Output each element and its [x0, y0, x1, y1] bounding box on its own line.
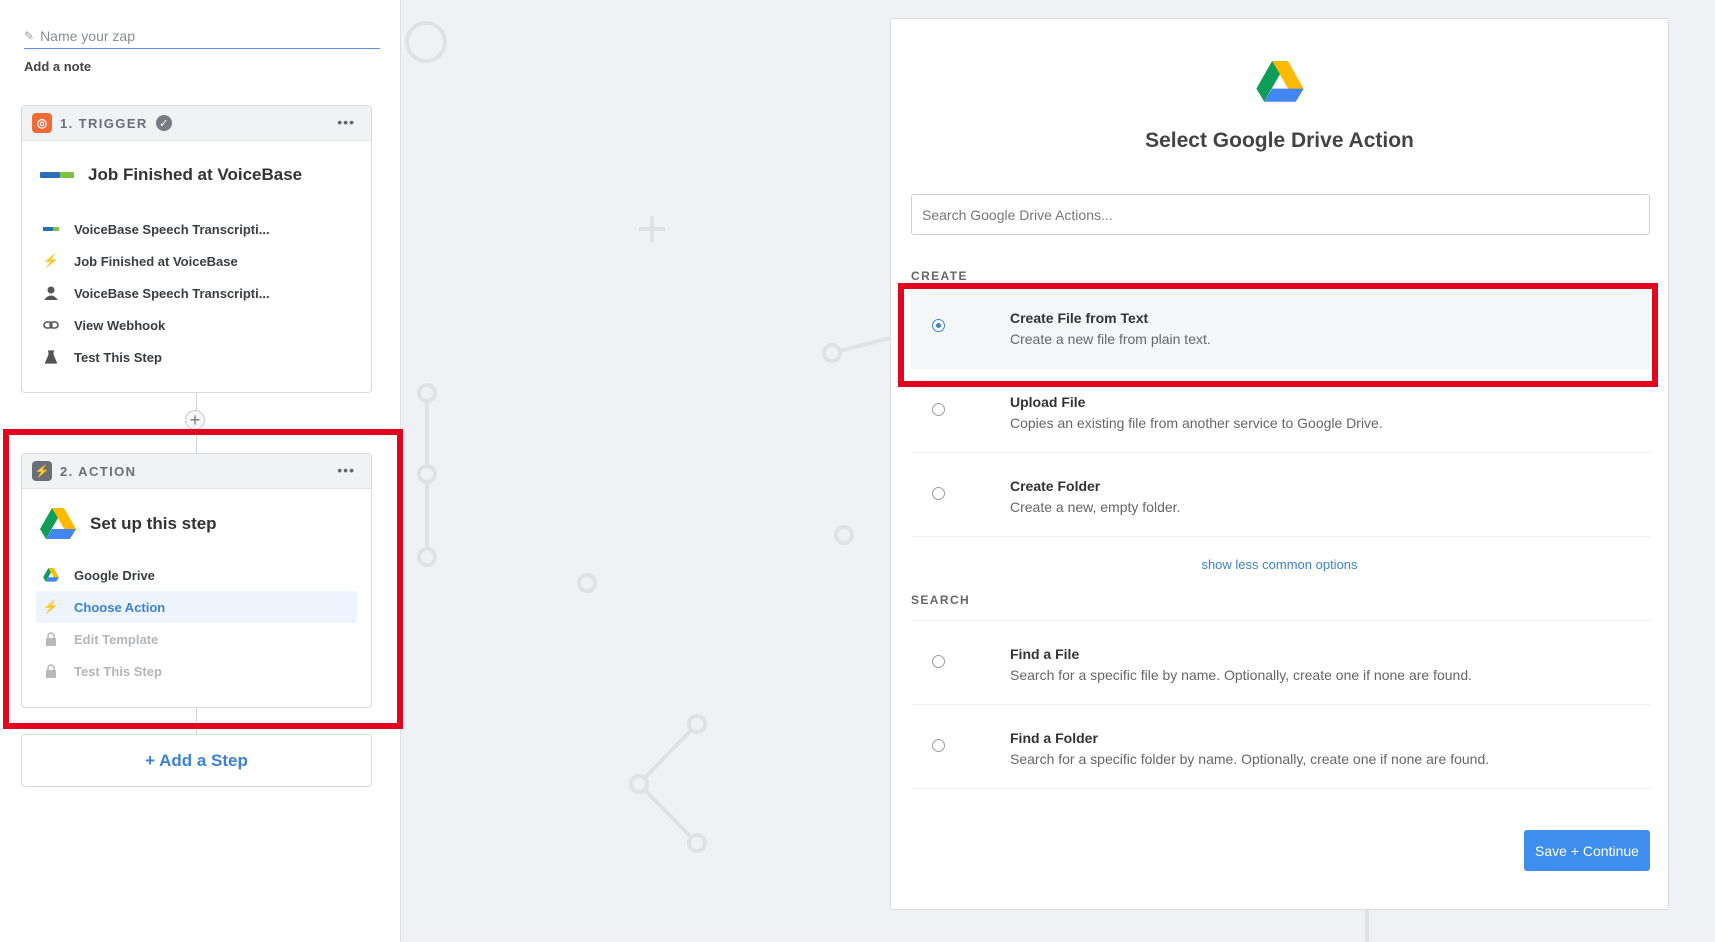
- select-action-panel: Select Google Drive Action CREATE Create…: [890, 18, 1669, 910]
- trigger-item-account[interactable]: VoiceBase Speech Transcripti...: [36, 277, 357, 309]
- show-less-options-link[interactable]: show less common options: [891, 557, 1668, 572]
- action-item-app[interactable]: Google Drive: [36, 559, 357, 591]
- option-upload-file[interactable]: Upload File Copies an existing file from…: [911, 369, 1650, 453]
- radio-button-selected[interactable]: [932, 319, 945, 332]
- trigger-item-label: VoiceBase Speech Transcripti...: [74, 285, 270, 301]
- trigger-item-test[interactable]: Test This Step: [36, 341, 357, 373]
- radio-button[interactable]: [932, 403, 945, 416]
- trigger-more-menu-icon[interactable]: •••: [337, 114, 355, 130]
- step-connector: [196, 708, 197, 734]
- action-item-label: Edit Template: [74, 631, 159, 647]
- lock-icon: [42, 664, 60, 678]
- action-item-test: Test This Step: [36, 655, 357, 687]
- action-step-card[interactable]: ⚡ 2. ACTION ••• Set up this step Google …: [21, 453, 372, 708]
- bolt-icon: ⚡: [42, 253, 60, 268]
- radio-button[interactable]: [932, 655, 945, 668]
- option-description: Copies an existing file from another ser…: [1010, 415, 1383, 431]
- bolt-icon: ⚡: [42, 599, 60, 614]
- action-step-list: Google Drive ⚡ Choose Action Edit Templa…: [22, 559, 371, 687]
- option-create-file-from-text[interactable]: Create File from Text Create a new file …: [911, 285, 1650, 369]
- action-item-label: Test This Step: [74, 663, 162, 679]
- option-find-a-folder[interactable]: Find a Folder Search for a specific fold…: [911, 705, 1650, 789]
- option-title: Create Folder: [1010, 478, 1101, 494]
- action-more-menu-icon[interactable]: •••: [337, 462, 355, 478]
- trigger-item-webhook[interactable]: View Webhook: [36, 309, 357, 341]
- option-title: Create File from Text: [1010, 310, 1149, 326]
- radio-button[interactable]: [932, 487, 945, 500]
- voicebase-logo-icon: [40, 172, 74, 178]
- panel-title: Select Google Drive Action: [1145, 129, 1414, 152]
- add-note-link[interactable]: Add a note: [24, 59, 91, 74]
- google-drive-icon: [42, 568, 60, 582]
- zap-editor-sidebar: ✎ Name your zap Add a note ◎ 1. TRIGGER …: [0, 0, 403, 942]
- trigger-step-label: 1. TRIGGER: [60, 115, 148, 131]
- option-description: Create a new, empty folder.: [1010, 499, 1181, 515]
- save-continue-button[interactable]: Save + Continue: [1524, 830, 1650, 871]
- option-find-a-file[interactable]: Find a File Search for a specific file b…: [911, 621, 1650, 705]
- trigger-card-header: ◎ 1. TRIGGER ✓ •••: [22, 106, 371, 141]
- action-title-row: Set up this step: [22, 489, 371, 559]
- option-description: Search for a specific folder by name. Op…: [1010, 751, 1490, 767]
- link-icon: [42, 320, 60, 330]
- action-bolt-badge-icon: ⚡: [32, 461, 52, 481]
- action-item-label: Google Drive: [74, 567, 155, 583]
- trigger-step-list: VoiceBase Speech Transcripti... ⚡ Job Fi…: [22, 209, 371, 373]
- add-step-button[interactable]: + Add a Step: [21, 734, 372, 787]
- check-icon: ✓: [155, 115, 172, 131]
- trigger-step-card[interactable]: ◎ 1. TRIGGER ✓ ••• Job Finished at Voice…: [21, 105, 372, 393]
- trigger-item-event[interactable]: ⚡ Job Finished at VoiceBase: [36, 245, 357, 277]
- google-drive-icon: [40, 508, 76, 539]
- option-create-folder[interactable]: Create Folder Create a new, empty folder…: [911, 453, 1650, 537]
- trigger-item-label: View Webhook: [74, 317, 166, 333]
- trigger-title-row: Job Finished at VoiceBase: [22, 141, 371, 209]
- insert-step-plus-icon[interactable]: +: [185, 410, 205, 430]
- google-drive-icon: [1256, 61, 1304, 102]
- action-item-label: Choose Action: [74, 599, 166, 615]
- action-item-edit-template: Edit Template: [36, 623, 357, 655]
- search-section-label: SEARCH: [911, 593, 971, 607]
- action-step-label: 2. ACTION: [60, 463, 137, 479]
- pencil-icon: ✎: [24, 29, 35, 43]
- trigger-title: Job Finished at VoiceBase: [88, 165, 303, 184]
- option-title: Find a Folder: [1010, 730, 1098, 746]
- trigger-item-app[interactable]: VoiceBase Speech Transcripti...: [36, 213, 357, 245]
- trigger-item-label: Job Finished at VoiceBase: [74, 253, 238, 269]
- action-title: Set up this step: [90, 514, 217, 533]
- action-item-choose-action[interactable]: ⚡ Choose Action: [36, 591, 357, 623]
- zap-name-field[interactable]: ✎ Name your zap: [24, 24, 380, 49]
- zap-name-placeholder: Name your zap: [40, 28, 135, 44]
- action-card-header: ⚡ 2. ACTION •••: [22, 454, 371, 489]
- flask-icon: [42, 350, 60, 364]
- lock-icon: [42, 632, 60, 646]
- option-description: Search for a specific file by name. Opti…: [1010, 667, 1472, 683]
- option-title: Upload File: [1010, 394, 1086, 410]
- search-actions-input[interactable]: [911, 194, 1650, 235]
- user-icon: [42, 286, 60, 300]
- trigger-item-label: VoiceBase Speech Transcripti...: [74, 221, 270, 237]
- option-title: Find a File: [1010, 646, 1080, 662]
- create-section-label: CREATE: [911, 269, 968, 283]
- trigger-app-icon: ◎: [32, 113, 52, 133]
- trigger-item-label: Test This Step: [74, 349, 162, 365]
- radio-button[interactable]: [932, 739, 945, 752]
- voicebase-logo-icon: [42, 226, 60, 232]
- option-description: Create a new file from plain text.: [1010, 331, 1211, 347]
